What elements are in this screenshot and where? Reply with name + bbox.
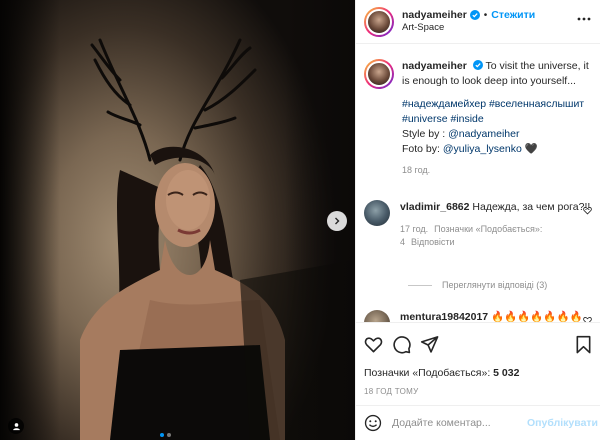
bookmark-icon[interactable]: [574, 335, 593, 354]
comment-text: Надежда, за чем рога?!!: [472, 201, 591, 213]
verified-badge-icon: [469, 10, 480, 21]
carousel-next-button[interactable]: [327, 211, 347, 231]
caption-username[interactable]: nadyameiher: [402, 60, 467, 72]
publish-button[interactable]: Опублікувати: [527, 417, 598, 429]
commenter-avatar[interactable]: [364, 200, 390, 226]
post-side-panel: nadyameiher • Стежити Art-Space nadyamei…: [355, 0, 600, 440]
likes-number: 5 032: [493, 367, 520, 379]
likes-count[interactable]: Позначки «Подобається»: 5 032: [364, 367, 519, 379]
view-replies-label: Переглянути відповіді (3): [442, 280, 548, 290]
comment-meta: 17 год. Позначки «Подобається»: 4 Відповіс…: [400, 223, 592, 249]
comment-item: vladimir_6862 Надежда, за чем рога?!! 17…: [364, 200, 592, 249]
photo-credit-handle[interactable]: @yuliya_lysenko: [443, 143, 522, 155]
more-options-icon[interactable]: [577, 12, 591, 26]
chevron-right-icon: [335, 217, 340, 225]
black-heart-emoji: 🖤: [524, 142, 538, 155]
style-credit-handle[interactable]: @nadyameiher: [448, 128, 519, 140]
author-avatar[interactable]: [364, 6, 394, 37]
comments-section: nadyameiher To visit the universe, it is…: [356, 45, 600, 322]
style-credit-label: Style by :: [402, 127, 449, 140]
comment-timestamp[interactable]: 17 год.: [400, 224, 428, 234]
caption-timestamp[interactable]: 18 год.: [402, 164, 592, 177]
comment-like-heart-icon[interactable]: [583, 206, 592, 215]
reply-button[interactable]: Відповісти: [411, 237, 455, 247]
verified-badge-icon: [472, 60, 483, 70]
post-header: nadyameiher • Стежити Art-Space: [356, 0, 600, 44]
likes-label: Позначки «Подобається»:: [364, 367, 491, 379]
view-replies-button[interactable]: Переглянути відповіді (3): [408, 280, 547, 290]
photo-vignette-left: [0, 0, 60, 440]
caption-hashtags[interactable]: #надеждамейхер #вселеннаяслышит #univers…: [402, 97, 592, 127]
commenter-avatar[interactable]: [364, 310, 390, 322]
action-icons-row: [356, 323, 600, 365]
photo-credit-label: Foto by:: [402, 142, 443, 155]
comment-text: 🔥🔥🔥🔥🔥🔥🔥: [491, 311, 583, 322]
post-photo[interactable]: [0, 0, 355, 440]
post-timestamp[interactable]: 18 ГОД ТОМУ: [364, 387, 419, 396]
carousel-dot: [167, 433, 171, 437]
share-icon[interactable]: [420, 335, 439, 354]
follow-button[interactable]: Стежити: [491, 9, 535, 23]
carousel-indicator: [160, 433, 171, 437]
comment-item: mentura19842017 🔥🔥🔥🔥🔥🔥🔥: [364, 310, 592, 322]
add-comment-bar: Опублікувати: [356, 405, 600, 440]
post-caption: nadyameiher To visit the universe, it is…: [364, 59, 592, 177]
post-location[interactable]: Art-Space: [402, 22, 535, 34]
tagged-users-button[interactable]: [8, 418, 24, 434]
caption-style-credit: Style by : @nadyameiher: [402, 127, 592, 142]
commenter-username[interactable]: mentura19842017: [400, 311, 488, 322]
post-modal: nadyameiher • Стежити Art-Space nadyamei…: [0, 0, 600, 440]
carousel-dot-active: [160, 433, 164, 437]
post-actions: Позначки «Подобається»: 5 032 18 ГОД ТОМ…: [356, 322, 600, 396]
author-username[interactable]: nadyameiher: [402, 9, 467, 23]
commenter-username[interactable]: vladimir_6862: [400, 201, 469, 213]
heart-icon[interactable]: [364, 335, 383, 354]
emoji-icon[interactable]: [364, 414, 382, 432]
header-separator: •: [483, 9, 488, 21]
comment-icon[interactable]: [392, 335, 411, 354]
replies-divider-line: [408, 284, 432, 286]
caption-photo-credit: Foto by: @yuliya_lysenko 🖤: [402, 142, 592, 157]
comment-input[interactable]: [392, 417, 527, 429]
caption-author-avatar[interactable]: [364, 59, 394, 89]
user-tag-icon: [12, 422, 20, 430]
